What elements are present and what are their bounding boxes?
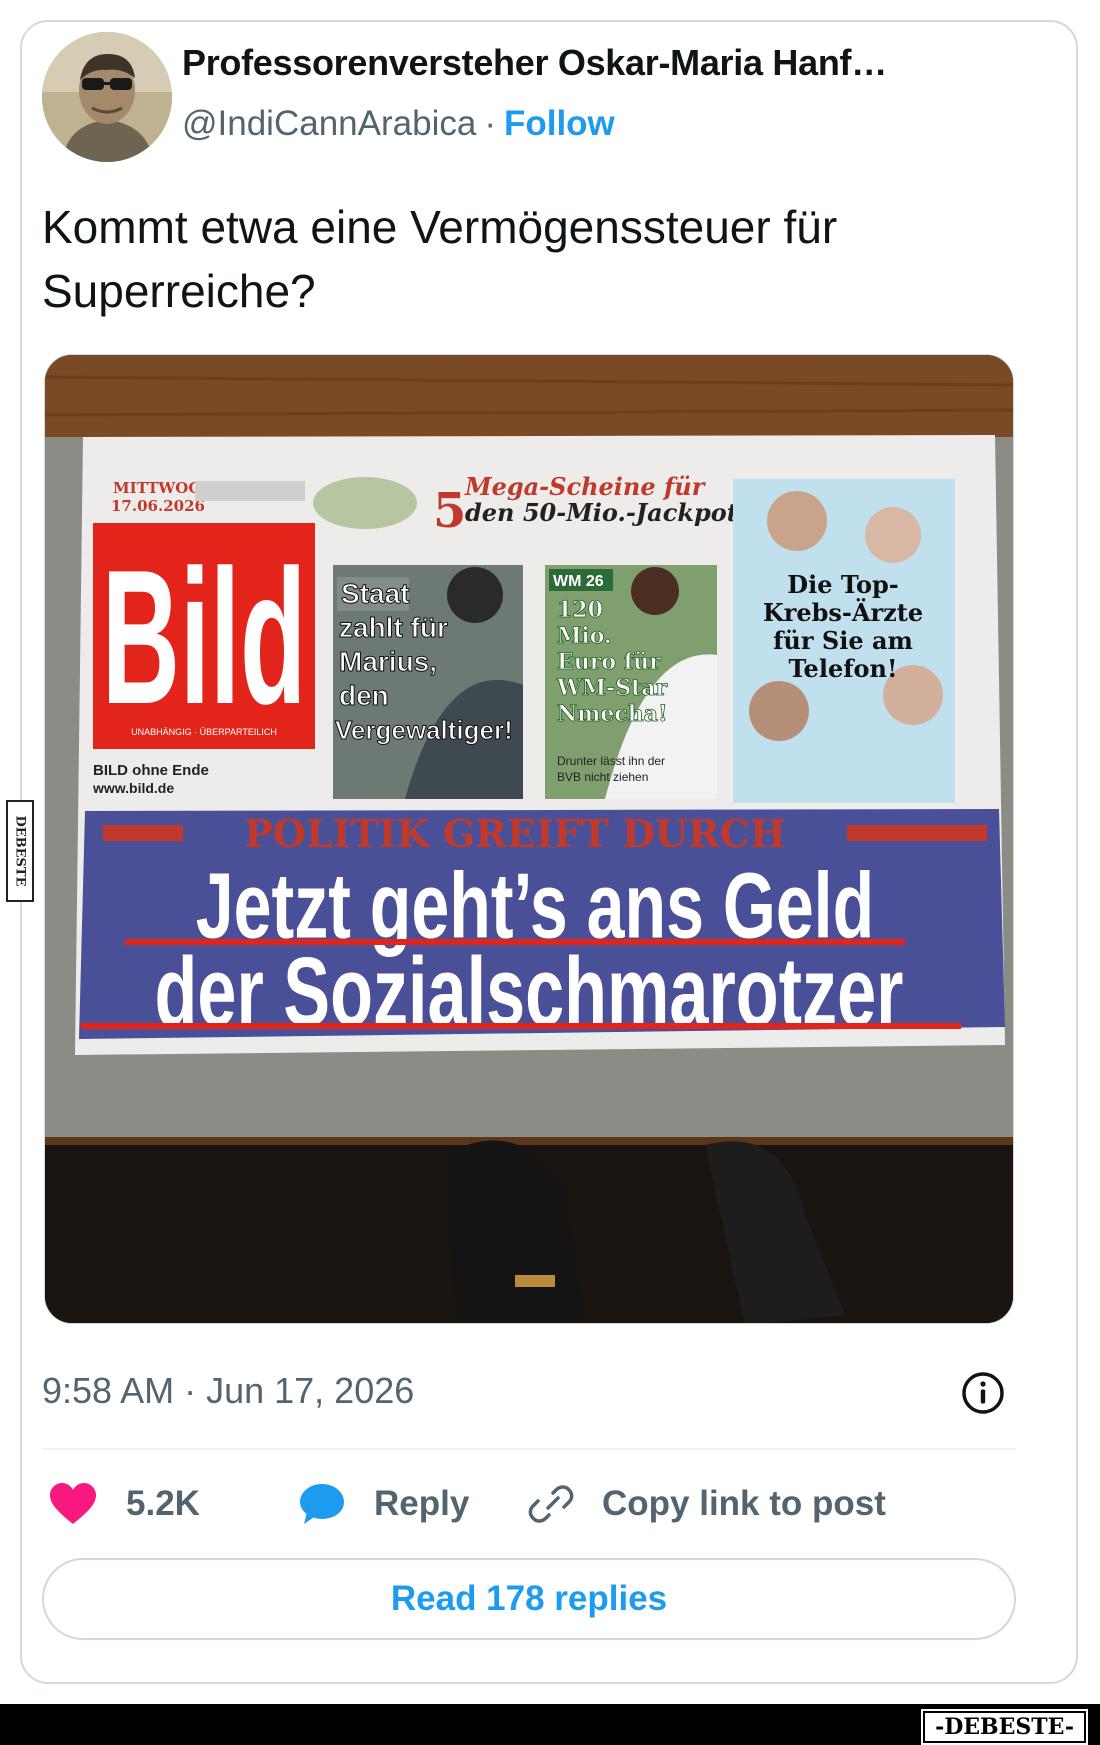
copy-link-button[interactable]: Copy link to post [528,1480,886,1528]
story1-line: zahlt für [339,612,448,643]
story2-badge: WM 26 [553,573,604,590]
like-count: 5.2K [126,1484,200,1523]
heart-icon [50,1483,96,1524]
avatar-photo [42,32,172,162]
story2-sub-2: BVB nicht ziehen [557,770,648,784]
story1-line: Marius, [339,646,437,677]
story2-line: Euro für [557,649,661,675]
author-name[interactable]: Professorenversteher Oskar-Maria Hanf… [182,42,887,84]
separator-dot: · [484,104,496,143]
story3-line: für Sie am [773,626,913,655]
promo-number: 5 [433,483,466,539]
newspaper-photo: MITTWOCH, 17.06.2026 Bild UNABHÄNGIG · Ü… [45,355,1013,1323]
read-replies-button[interactable]: Read 178 replies [42,1558,1016,1640]
tweet-timestamp[interactable]: 9:58 AM · Jun 17, 2026 [42,1370,414,1412]
author-handle[interactable]: @IndiCannArabica [182,104,476,143]
newspaper-date-2: 17.06.2026 [111,497,205,515]
headline-line-2: der Sozialschmarotzer [155,938,904,1047]
tweet-text: Kommt etwa eine Vermögenssteuer für Supe… [42,201,838,317]
story2-line: 120 [557,597,603,623]
reply-button[interactable]: Reply [298,1480,469,1528]
story3-line: Krebs-Ärzte [763,598,923,627]
author-handle-row: @IndiCannArabica · Follow [182,104,615,144]
avatar[interactable] [42,32,172,162]
headline-kicker: POLITIK GREIFT DURCH [244,811,786,856]
info-icon[interactable] [960,1370,1006,1416]
divider [42,1448,1016,1450]
story3-line: Telefon! [788,654,897,683]
story1-line: Vergewaltiger! [335,715,513,745]
story2-line: Nmecha! [557,701,668,727]
story3-line: Die Top- [787,570,898,599]
bild-website: www.bild.de [92,780,174,796]
story2-line: WM-Star [556,675,667,701]
promo-line-2: den 50-Mio.-Jackpot! [465,498,748,527]
promo-line-1: Mega-Scheine für [464,472,707,501]
copy-link-label: Copy link to post [602,1484,886,1523]
side-watermark-text: DEBESTE [13,815,28,886]
reply-label: Reply [374,1484,470,1523]
story1-line: den [339,680,389,711]
debeste-logo: -DEBESTE- [921,1709,1088,1745]
story1-line: Staat [341,578,409,609]
bild-tagline: UNABHÄNGIG · ÜBERPARTEILICH [131,727,277,737]
story2-line: Mio. [557,623,612,649]
story2-sub-1: Drunter lässt ihn der [557,754,665,768]
bild-ohne-ende: BILD ohne Ende [93,762,209,779]
bild-logo-text: Bild [102,529,306,743]
link-icon [528,1485,574,1523]
footer-bar: -DEBESTE- [0,1704,1100,1745]
speech-bubble-icon [300,1484,344,1524]
tweet-photo[interactable]: MITTWOCH, 17.06.2026 Bild UNABHÄNGIG · Ü… [44,354,1014,1324]
side-watermark: DEBESTE [6,800,34,902]
follow-button[interactable]: Follow [504,104,615,143]
like-button[interactable]: 5.2K [48,1480,200,1528]
